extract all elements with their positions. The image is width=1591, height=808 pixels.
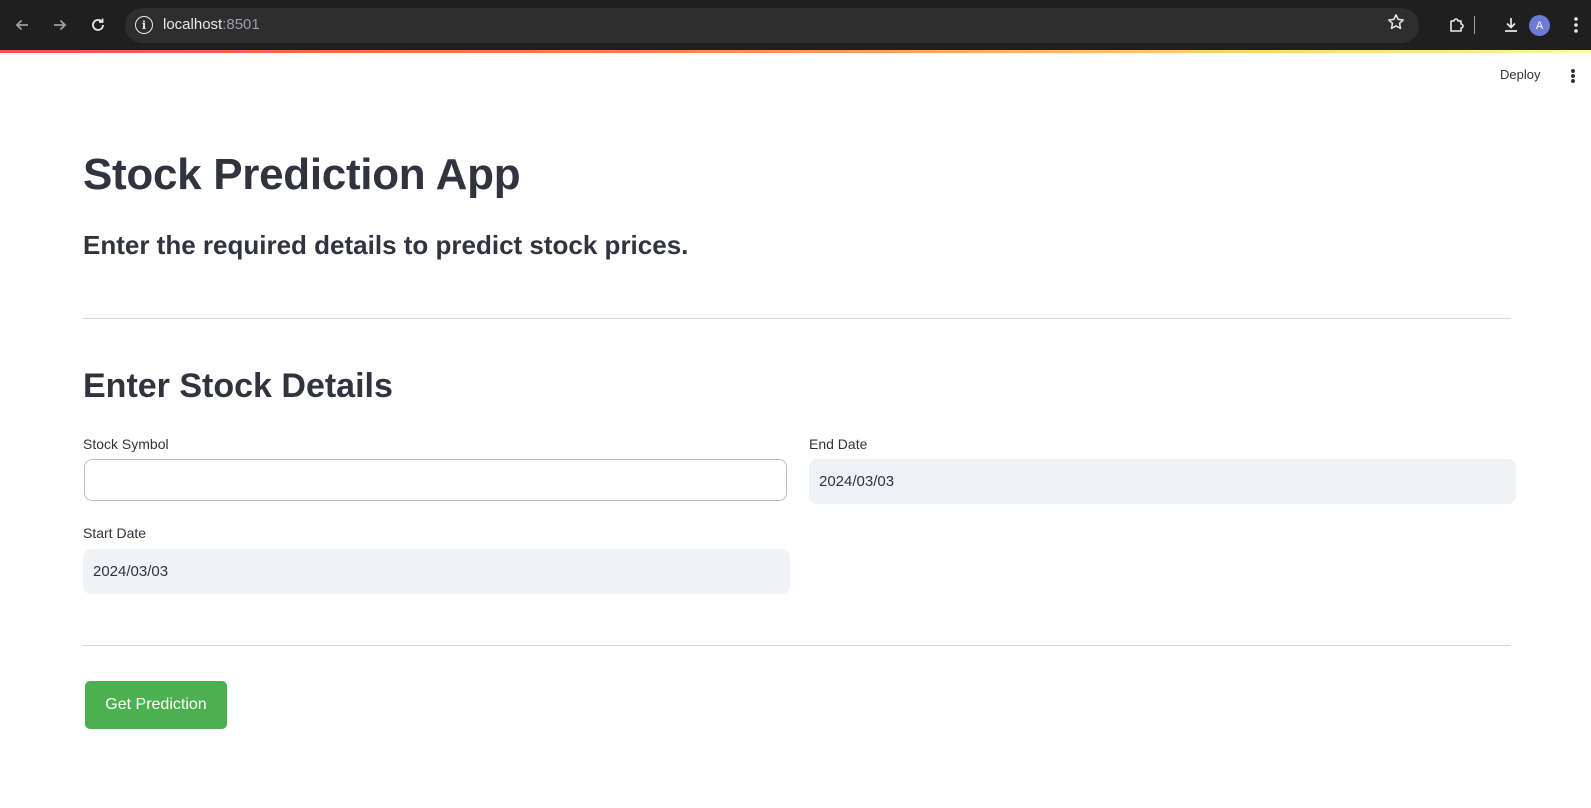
profile-avatar[interactable]: A <box>1529 15 1550 36</box>
menu-dot <box>1571 74 1575 78</box>
section-title: Enter Stock Details <box>83 367 393 405</box>
vertical-dots-icon <box>1574 17 1578 33</box>
stock-symbol-label: Stock Symbol <box>83 436 169 452</box>
downloads-button[interactable] <box>1499 13 1523 37</box>
url-host: localhost <box>163 16 223 33</box>
start-date-value: 2024/03/03 <box>93 563 169 580</box>
address-bar[interactable]: i localhost:8501 <box>125 8 1419 43</box>
back-button[interactable] <box>10 13 34 37</box>
menu-dot <box>1571 79 1575 83</box>
menu-dot <box>1571 69 1575 73</box>
get-prediction-button[interactable]: Get Prediction <box>85 681 227 729</box>
arrow-left-icon <box>15 19 28 31</box>
arrow-right-icon <box>54 19 67 31</box>
deploy-button[interactable]: Deploy <box>1500 67 1540 82</box>
star-icon <box>1388 14 1404 30</box>
avatar-initial: A <box>1535 19 1544 32</box>
app-menu-button[interactable] <box>1570 66 1576 86</box>
end-date-value: 2024/03/03 <box>819 473 895 490</box>
page-subtitle: Enter the required details to predict st… <box>83 230 689 260</box>
stock-symbol-input[interactable] <box>84 459 787 501</box>
app-decoration-bar <box>0 50 1591 53</box>
bookmark-button[interactable] <box>1387 13 1405 37</box>
download-icon <box>1505 18 1517 32</box>
start-date-label: Start Date <box>83 525 147 541</box>
toolbar-separator <box>1474 16 1475 34</box>
page-title: Stock Prediction App <box>83 150 521 199</box>
browser-menu-button[interactable] <box>1570 13 1582 37</box>
divider-bottom <box>83 645 1511 646</box>
forward-button[interactable] <box>48 13 72 37</box>
info-icon[interactable]: i <box>135 16 153 34</box>
end-date-input[interactable]: 2024/03/03 <box>809 459 1516 504</box>
start-date-input[interactable]: 2024/03/03 <box>83 549 790 594</box>
end-date-label: End Date <box>809 436 868 452</box>
url-port: :8501 <box>222 16 260 33</box>
extensions-button[interactable] <box>1445 13 1469 37</box>
reload-icon <box>92 18 104 31</box>
puzzle-icon <box>1450 18 1464 32</box>
browser-toolbar: i localhost:8501 A <box>0 0 1591 50</box>
reload-button[interactable] <box>86 13 110 37</box>
divider-top <box>83 318 1511 319</box>
url-text[interactable]: localhost:8501 <box>163 16 260 33</box>
